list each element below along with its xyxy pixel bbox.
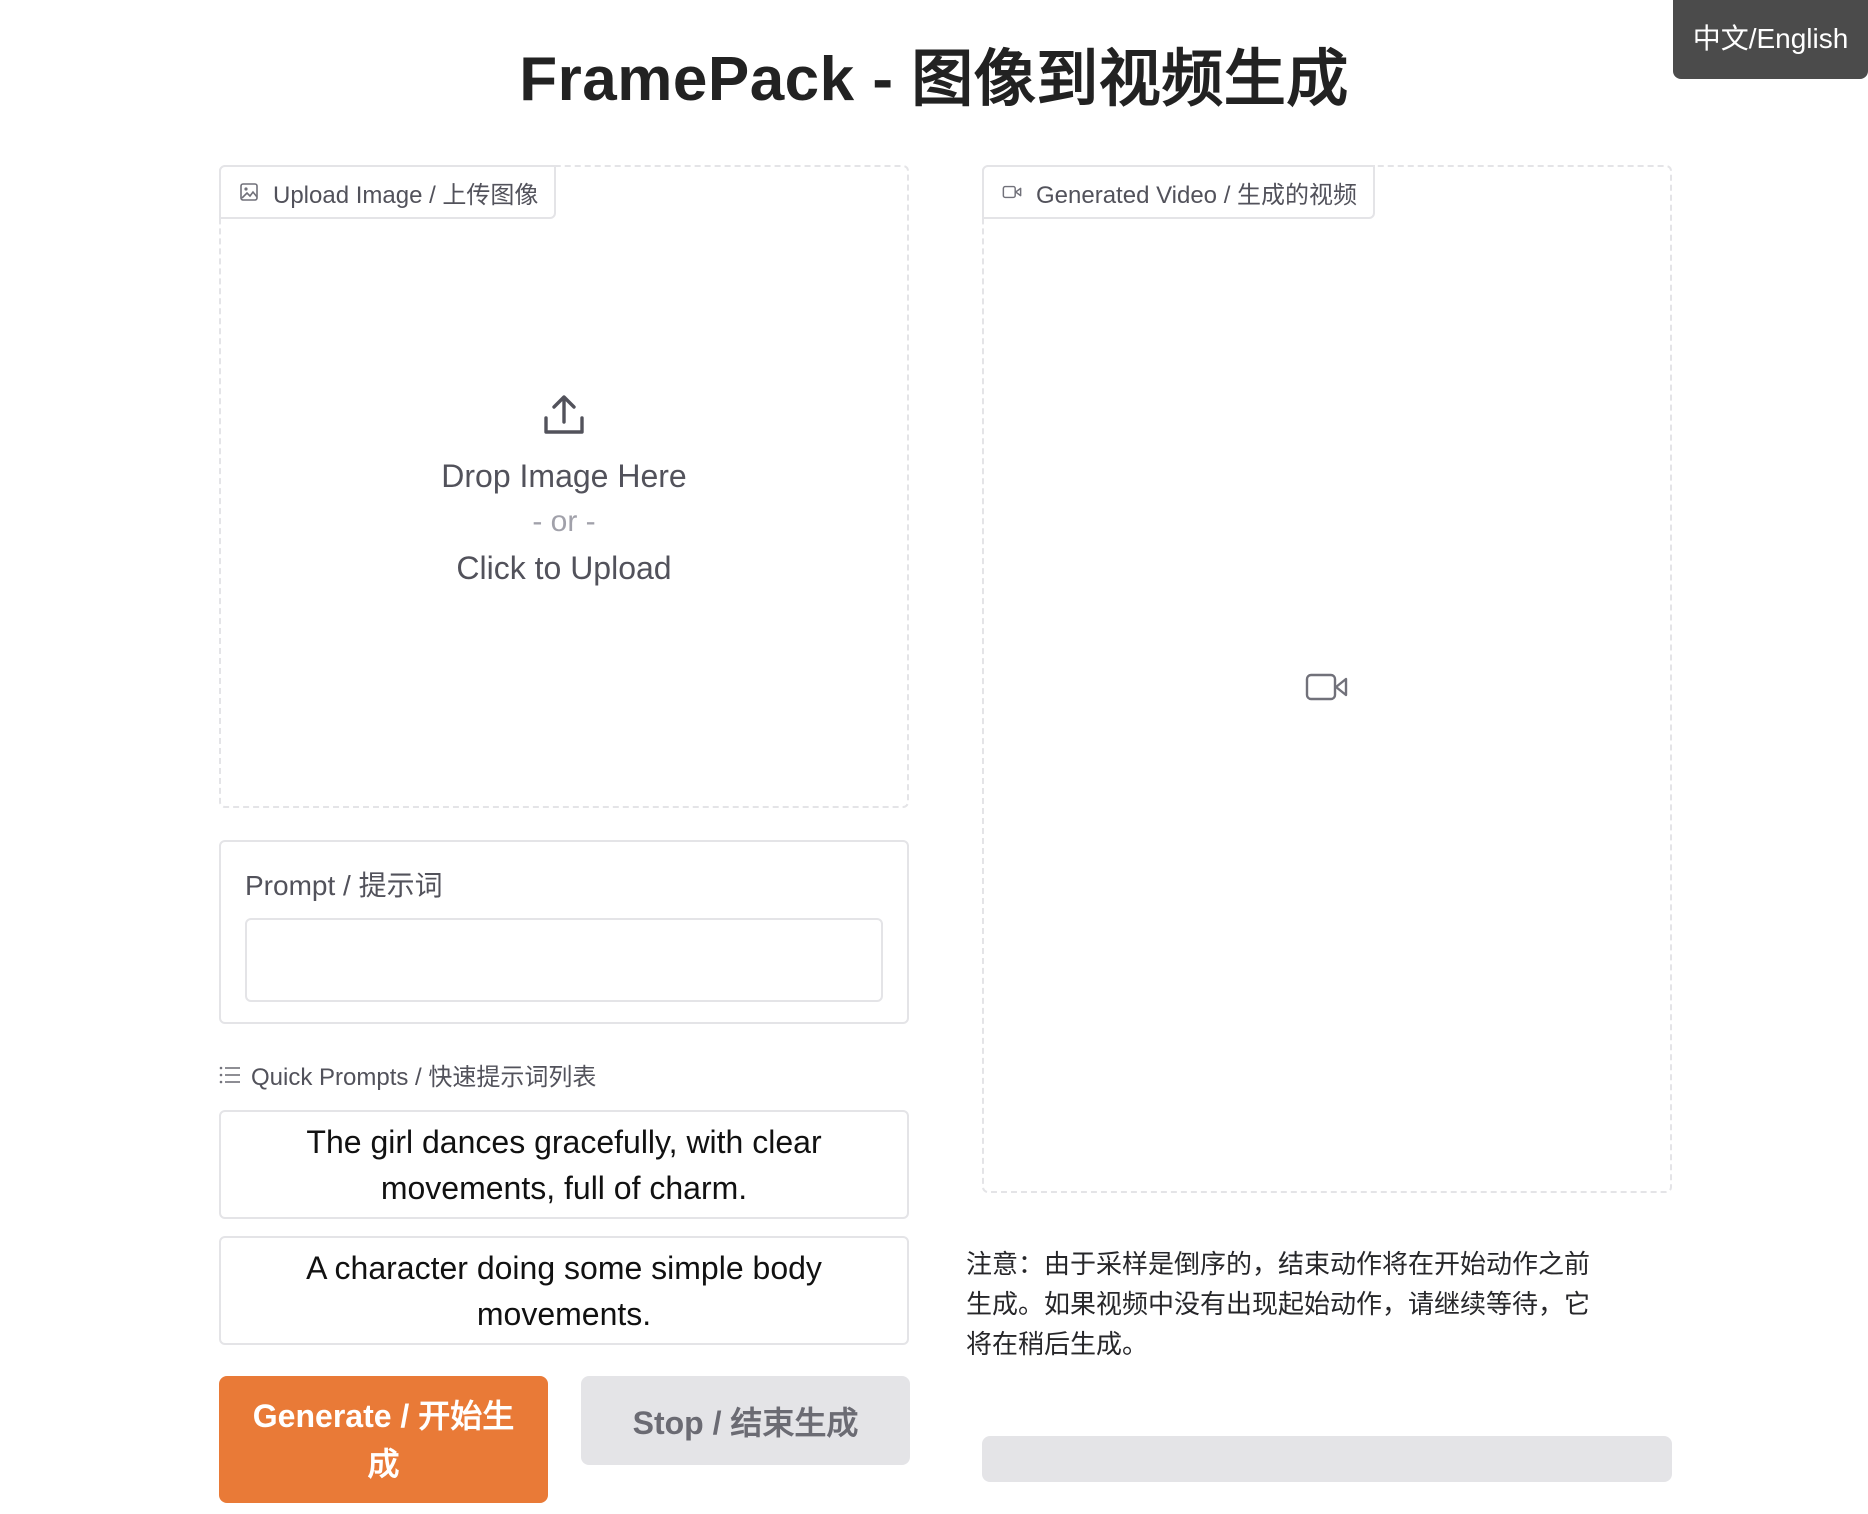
quick-prompt-item[interactable]: The girl dances gracefully, with clear m… — [219, 1110, 909, 1219]
progress-bar — [982, 1436, 1672, 1482]
image-upload-dropzone[interactable]: Upload Image / 上传图像 Drop Image Here - or… — [219, 165, 909, 808]
list-icon — [219, 1066, 240, 1083]
upload-icon — [544, 395, 584, 434]
prompt-label: Prompt / 提示词 — [245, 870, 443, 901]
quick-prompts-header: Quick Prompts / 快速提示词列表 — [219, 1057, 596, 1092]
prompt-input[interactable] — [245, 918, 883, 1002]
generated-video-tab: Generated Video / 生成的视频 — [982, 165, 1376, 219]
sampling-note: 注意：由于采样是倒序的，结束动作将在开始动作之前生成。如果视频中没有出现起始动作… — [966, 1250, 1591, 1360]
stop-button[interactable]: Stop / 结束生成 — [581, 1376, 910, 1465]
quick-prompts-label: Quick Prompts / 快速提示词列表 — [251, 1064, 597, 1091]
generate-button[interactable]: Generate / 开始生成 — [219, 1376, 548, 1503]
upload-image-label: Upload Image / 上传图像 — [273, 181, 539, 209]
page: 中文/English FramePack - 图像到视频生成 Upload Im… — [0, 0, 1868, 1514]
video-icon — [1002, 185, 1022, 199]
image-icon — [240, 183, 258, 201]
generated-video-panel: Generated Video / 生成的视频 — [982, 165, 1672, 1193]
page-title: FramePack - 图像到视频生成 — [519, 45, 1349, 114]
upload-image-tab: Upload Image / 上传图像 — [219, 165, 557, 219]
generated-video-label: Generated Video / 生成的视频 — [1036, 181, 1358, 209]
quick-prompt-item[interactable]: A character doing some simple body movem… — [219, 1236, 909, 1345]
upload-prompt[interactable]: Drop Image Here - or - Click to Upload — [221, 392, 907, 590]
or-text: - or - — [532, 505, 596, 538]
prompt-panel: Prompt / 提示词 — [219, 840, 909, 1024]
click-to-upload-text[interactable]: Click to Upload — [456, 546, 671, 590]
drop-image-text: Drop Image Here — [441, 458, 687, 494]
video-camera-icon — [1305, 673, 1348, 701]
